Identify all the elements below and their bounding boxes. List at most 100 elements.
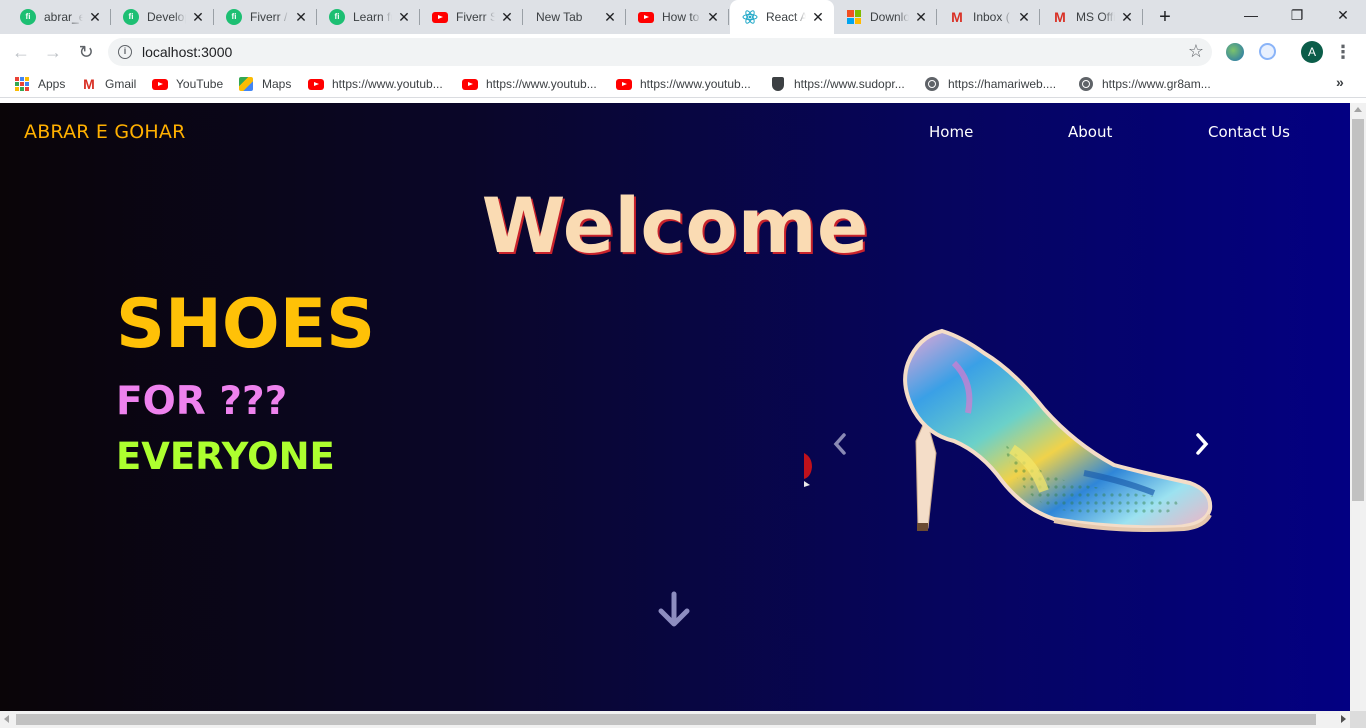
vertical-scroll-thumb[interactable] xyxy=(1352,119,1364,501)
gmail-icon: M xyxy=(951,9,963,25)
youtube-icon xyxy=(308,76,324,92)
address-url[interactable]: localhost:3000 xyxy=(142,44,232,60)
close-tab-icon[interactable]: ✕ xyxy=(293,9,309,25)
back-button[interactable]: ← xyxy=(9,40,33,64)
bookmarks-overflow-icon[interactable]: » xyxy=(1336,74,1344,90)
bookmark-label: Apps xyxy=(38,77,66,91)
tab-new-tab[interactable]: New Tab ✕ xyxy=(523,0,626,34)
vertical-scrollbar[interactable] xyxy=(1350,103,1366,711)
reload-icon: ↻ xyxy=(78,42,94,62)
gmail-icon: M xyxy=(1054,9,1066,25)
tab-title: Inbox ( xyxy=(973,10,1010,24)
close-tab-icon[interactable]: ✕ xyxy=(396,9,412,25)
bookmarks-bar: Apps M Gmail YouTube Maps https://www.yo… xyxy=(0,70,1366,98)
bookmark-youtube-link-3[interactable]: https://www.youtub... xyxy=(616,75,751,93)
nav-about[interactable]: About xyxy=(1068,123,1112,141)
fiverr-icon: fi xyxy=(226,9,242,25)
bookmark-maps[interactable]: Maps xyxy=(238,75,291,93)
carousel-prev-chevron-icon[interactable] xyxy=(828,429,852,459)
tab-title: Fiverr S xyxy=(456,10,495,24)
bookmark-gmail[interactable]: M Gmail xyxy=(81,75,136,93)
close-window-button[interactable]: ✕ xyxy=(1320,0,1366,30)
close-tab-icon[interactable]: ✕ xyxy=(810,9,826,25)
horizontal-scroll-thumb[interactable] xyxy=(16,714,1316,725)
microsoft-icon xyxy=(846,9,862,25)
tab-download[interactable]: Downlo ✕ xyxy=(834,0,937,34)
address-bar[interactable]: i localhost:3000 ☆ xyxy=(108,38,1212,66)
tab-fiverr[interactable]: fi Fiverr / ✕ xyxy=(214,0,317,34)
brand-logo[interactable]: ABRAR E GOHAR xyxy=(24,121,186,143)
tab-learn[interactable]: fi Learn fr ✕ xyxy=(317,0,420,34)
close-tab-icon[interactable]: ✕ xyxy=(602,9,618,25)
tab-fiverr-s[interactable]: Fiverr S ✕ xyxy=(420,0,523,34)
scroll-right-arrow-icon[interactable] xyxy=(1341,715,1346,723)
tab-develop[interactable]: fi Develop ✕ xyxy=(111,0,214,34)
apps-grid-icon xyxy=(14,76,30,92)
youtube-icon xyxy=(152,76,168,92)
youtube-icon xyxy=(638,9,654,25)
reload-button[interactable]: ↻ xyxy=(74,40,98,64)
hero-for-text: FOR ??? xyxy=(116,379,288,424)
profile-avatar[interactable]: A xyxy=(1301,41,1323,63)
browser-toolbar: ← → ↻ i localhost:3000 ☆ xyxy=(0,34,1366,70)
bookmark-label: https://www.sudopr... xyxy=(794,77,905,91)
tab-title: Fiverr / xyxy=(250,10,288,24)
close-tab-icon[interactable]: ✕ xyxy=(913,9,929,25)
bookmark-label: https://www.youtub... xyxy=(332,77,443,91)
minimize-button[interactable]: — xyxy=(1228,0,1274,30)
more-menu-icon[interactable]: ⋮ xyxy=(1334,42,1352,62)
close-tab-icon[interactable]: ✕ xyxy=(87,9,103,25)
bookmark-apps[interactable]: Apps xyxy=(14,75,65,93)
info-icon[interactable]: i xyxy=(118,45,132,59)
bookmark-label: https://www.youtub... xyxy=(640,77,751,91)
forward-button[interactable]: → xyxy=(41,40,65,64)
tab-strip: fi abrar_e ✕ fi Develop ✕ fi Fiverr / ✕ … xyxy=(0,0,1366,34)
tab-title: New Tab xyxy=(536,10,583,24)
youtube-icon xyxy=(432,9,448,25)
tab-title: MS Offi xyxy=(1076,10,1115,24)
maximize-button[interactable]: ❐ xyxy=(1274,0,1320,30)
tab-react-app[interactable]: React A ✕ xyxy=(730,0,834,34)
tab-abrar[interactable]: fi abrar_e ✕ xyxy=(8,0,111,34)
close-tab-icon[interactable]: ✕ xyxy=(1016,9,1032,25)
nav-home[interactable]: Home xyxy=(929,123,973,141)
carousel-next-chevron-icon[interactable] xyxy=(1190,429,1214,459)
bookmark-youtube[interactable]: YouTube xyxy=(152,75,223,93)
close-tab-icon[interactable]: ✕ xyxy=(1119,9,1135,25)
bookmark-youtube-link-2[interactable]: https://www.youtub... xyxy=(462,75,597,93)
previous-slide-shoe-image xyxy=(804,453,812,487)
hero-shoes-text: SHOES xyxy=(116,285,376,364)
react-icon xyxy=(742,9,758,25)
fiverr-icon: fi xyxy=(329,9,345,25)
new-tab-button[interactable]: + xyxy=(1154,6,1176,28)
close-tab-icon[interactable]: ✕ xyxy=(705,9,721,25)
close-tab-icon[interactable]: ✕ xyxy=(499,9,515,25)
extension-icon[interactable] xyxy=(1259,43,1276,60)
close-tab-icon[interactable]: ✕ xyxy=(190,9,206,25)
bookmark-star-icon[interactable]: ☆ xyxy=(1188,41,1204,62)
bookmark-label: Maps xyxy=(262,77,292,91)
scroll-down-arrow-icon[interactable] xyxy=(655,591,693,629)
tab-inbox[interactable]: M Inbox ( ✕ xyxy=(937,0,1040,34)
tab-title: abrar_e xyxy=(44,10,83,24)
bookmark-sudopr[interactable]: https://www.sudopr... xyxy=(770,75,905,93)
scroll-left-arrow-icon[interactable] xyxy=(4,715,9,723)
extension-globe-icon[interactable] xyxy=(1226,43,1244,61)
tab-title: Downlo xyxy=(870,10,909,24)
tab-title: React A xyxy=(766,10,806,24)
scroll-up-arrow-icon[interactable] xyxy=(1354,107,1362,112)
bookmark-youtube-link-1[interactable]: https://www.youtub... xyxy=(308,75,443,93)
fiverr-icon: fi xyxy=(123,9,139,25)
nav-contact-us[interactable]: Contact Us xyxy=(1208,123,1290,141)
horizontal-scrollbar[interactable] xyxy=(0,711,1350,728)
bookmark-gr8am[interactable]: https://www.gr8am... xyxy=(1078,75,1211,93)
bookmark-hamariweb[interactable]: https://hamariweb.... xyxy=(924,75,1056,93)
globe-icon xyxy=(1078,76,1094,92)
tab-how-to[interactable]: How to ✕ xyxy=(626,0,729,34)
welcome-heading: Welcome xyxy=(481,181,869,270)
bookmark-label: https://www.gr8am... xyxy=(1102,77,1211,91)
fiverr-icon: fi xyxy=(20,9,36,25)
tab-ms-office[interactable]: M MS Offi ✕ xyxy=(1040,0,1143,34)
bookmark-label: YouTube xyxy=(176,77,224,91)
shield-icon xyxy=(770,76,786,92)
